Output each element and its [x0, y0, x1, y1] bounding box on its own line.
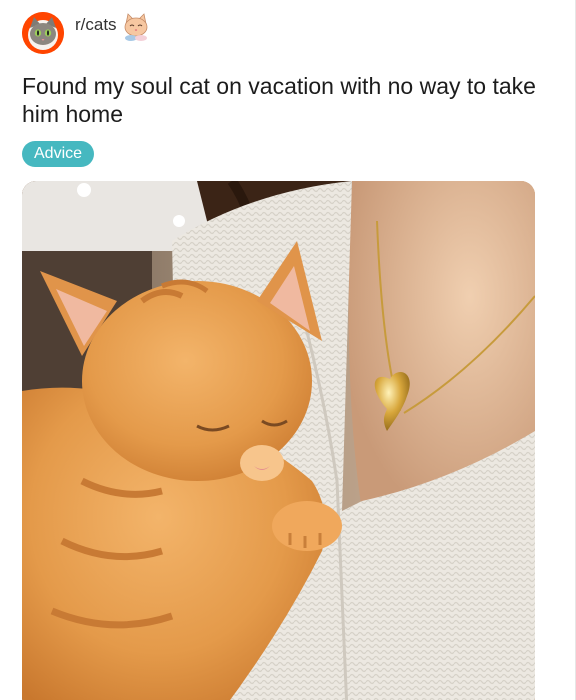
kitten-photo [22, 181, 535, 700]
post-header: r/cats [22, 12, 151, 54]
cat-sticker-icon [121, 12, 151, 42]
subreddit-name[interactable]: r/cats [75, 15, 117, 35]
post-title[interactable]: Found my soul cat on vacation with no wa… [22, 72, 542, 128]
post-card[interactable]: r/cats Found my soul cat on vacation wit… [0, 0, 576, 700]
subreddit-avatar-icon[interactable] [22, 12, 64, 54]
post-image[interactable] [22, 181, 535, 700]
post-flair[interactable]: Advice [22, 141, 95, 167]
